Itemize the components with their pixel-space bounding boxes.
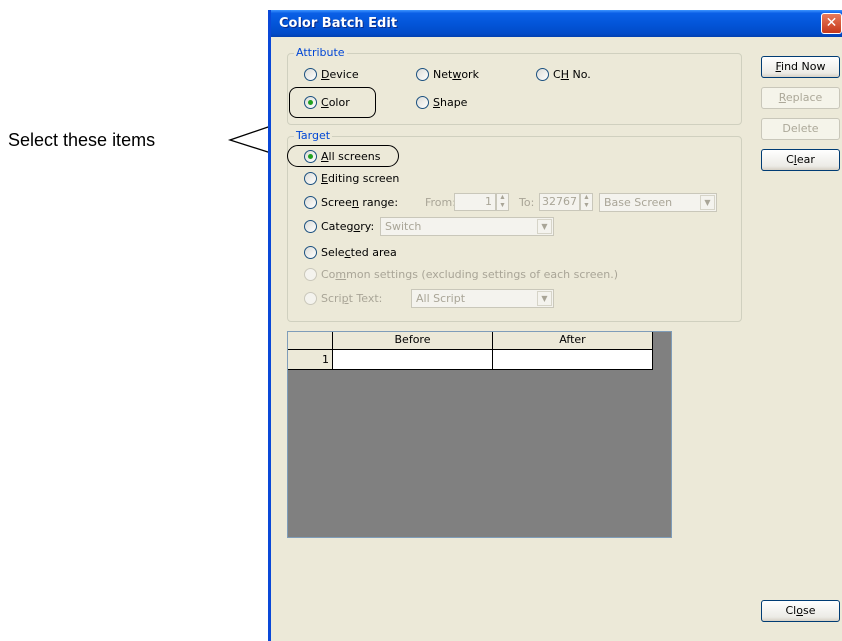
row-header[interactable]: 1 — [288, 350, 333, 370]
from-input[interactable]: 1 — [454, 193, 496, 211]
cell-after[interactable] — [493, 350, 653, 370]
radio-screen-range-circle[interactable] — [304, 195, 317, 209]
column-header-before[interactable]: Before — [333, 332, 493, 350]
attribute-group-label: Attribute — [294, 46, 347, 59]
radio-script-text-label: Script Text: — [321, 291, 383, 305]
screen-type-combo[interactable]: Base Screen ▼ — [599, 193, 717, 212]
close-icon: ✕ — [825, 15, 838, 31]
window-title: Color Batch Edit — [279, 16, 398, 31]
radio-common-settings-circle[interactable] — [304, 267, 317, 281]
radio-screen-range[interactable]: Screen range: — [304, 194, 398, 210]
chevron-down-icon[interactable]: ▼ — [700, 195, 715, 210]
target-group-label: Target — [294, 129, 333, 142]
radio-ch-no-label: CH No. — [553, 67, 591, 81]
color-replace-grid[interactable]: Before After 1 — [287, 331, 672, 538]
chevron-down-icon[interactable]: ▼ — [537, 219, 552, 234]
grid-corner-header — [288, 332, 333, 350]
find-now-button[interactable]: Find Now — [761, 56, 840, 78]
from-spinner[interactable]: ▲ ▼ — [496, 193, 509, 211]
radio-script-text[interactable]: Script Text: — [304, 290, 382, 306]
close-button[interactable]: Close — [761, 600, 840, 622]
radio-category[interactable]: Category: — [304, 218, 374, 234]
delete-button[interactable]: Delete — [761, 118, 840, 140]
color-batch-edit-dialog: Color Batch Edit ✕ Attribute Device Netw… — [268, 10, 842, 641]
radio-ch-no[interactable]: CH No. — [536, 66, 591, 82]
from-label: From: — [425, 196, 456, 209]
radio-network-circle[interactable] — [416, 67, 429, 81]
callout-label: Select these items — [8, 130, 156, 150]
close-window-button[interactable]: ✕ — [821, 13, 842, 34]
screen-type-value: Base Screen — [604, 196, 673, 209]
radio-network-label: Network — [433, 67, 479, 81]
radio-device-circle[interactable] — [304, 67, 317, 81]
radio-network[interactable]: Network — [416, 66, 479, 82]
spinner-up-down-icon: ▲ ▼ — [583, 194, 590, 209]
radio-device[interactable]: Device — [304, 66, 359, 82]
radio-screen-range-label: Screen range: — [321, 195, 399, 209]
radio-common-settings-label: Common settings (excluding settings of e… — [321, 267, 619, 281]
spinner-up-down-icon: ▲ ▼ — [499, 194, 506, 209]
to-label: To: — [519, 196, 535, 209]
radio-shape[interactable]: Shape — [416, 94, 467, 110]
category-combo[interactable]: Switch ▼ — [380, 217, 554, 236]
radio-common-settings[interactable]: Common settings (excluding settings of e… — [304, 266, 618, 282]
clear-button[interactable]: Clear — [761, 149, 840, 171]
highlight-oval-all-screens — [287, 145, 399, 167]
radio-ch-no-circle[interactable] — [536, 67, 549, 81]
radio-editing-screen[interactable]: Editing screen — [304, 170, 399, 186]
radio-shape-circle[interactable] — [416, 95, 429, 109]
radio-category-label: Category: — [321, 219, 375, 233]
title-bar[interactable]: Color Batch Edit ✕ — [271, 10, 842, 37]
category-value: Switch — [385, 220, 422, 233]
radio-device-label: Device — [321, 67, 359, 81]
highlight-oval-color — [289, 87, 376, 118]
radio-selected-area-label: Selected area — [321, 245, 397, 259]
radio-category-circle[interactable] — [304, 219, 317, 233]
script-combo[interactable]: All Script ▼ — [411, 289, 554, 308]
replace-button[interactable]: Replace — [761, 87, 840, 109]
radio-selected-area-circle[interactable] — [304, 245, 317, 259]
radio-selected-area[interactable]: Selected area — [304, 244, 397, 260]
script-value: All Script — [416, 292, 466, 305]
radio-editing-screen-circle[interactable] — [304, 171, 317, 185]
chevron-down-icon[interactable]: ▼ — [537, 291, 552, 306]
to-input[interactable]: 32767 — [539, 193, 580, 211]
cell-before[interactable] — [333, 350, 493, 370]
radio-shape-label: Shape — [433, 95, 468, 109]
column-header-after[interactable]: After — [493, 332, 653, 350]
radio-script-text-circle[interactable] — [304, 291, 317, 305]
to-spinner[interactable]: ▲ ▼ — [580, 193, 593, 211]
radio-editing-screen-label: Editing screen — [321, 171, 400, 185]
